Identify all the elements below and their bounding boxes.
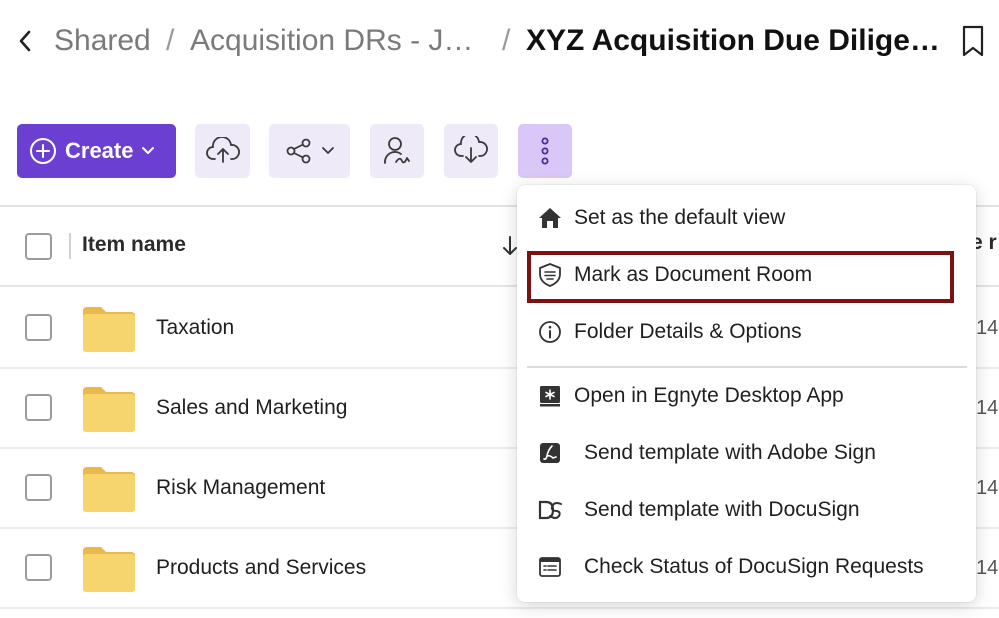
folder-name[interactable]: Products and Services [156,556,366,580]
more-options-button[interactable] [518,124,572,178]
modified-date: 14 [976,397,999,419]
upload-button[interactable] [195,124,250,178]
menu-item-set-default-view[interactable]: Set as the default view [517,192,976,244]
column-divider [69,233,71,259]
menu-item-open-desktop-app[interactable]: Open in Egnyte Desktop App [517,370,976,422]
adobe-sign-icon [537,440,563,466]
folder-name[interactable]: Taxation [156,316,234,340]
folder-name[interactable]: Sales and Marketing [156,396,347,420]
download-icon [454,136,488,163]
row-checkbox[interactable] [25,314,52,341]
modified-date: 14 [976,317,999,339]
create-button-label: Create [65,138,134,163]
menu-item-folder-details[interactable]: Folder Details & Options [517,306,976,358]
share-icon [286,138,310,164]
menu-item-docusign[interactable]: Send template with DocuSign [517,484,976,536]
list-status-icon [537,554,563,580]
info-icon [537,319,563,345]
upload-icon [205,137,240,163]
home-icon [537,205,563,231]
breadcrumb-acquisition-drs[interactable]: Acquisition DRs - J… [190,22,473,60]
folder-icon [83,467,135,512]
download-button[interactable] [444,124,498,178]
breadcrumb-shared[interactable]: Shared [54,22,151,60]
row-checkbox[interactable] [25,554,52,581]
menu-item-label: Open in Egnyte Desktop App [574,384,844,407]
modified-date: 14 [976,557,999,579]
bookmark-icon [962,25,984,57]
menu-item-label: Set as the default view [574,206,786,229]
breadcrumb-current-folder: XYZ Acquisition Due Dilige… [526,24,940,57]
back-button[interactable] [14,26,36,56]
folder-icon [83,307,135,352]
row-checkbox[interactable] [25,474,52,501]
menu-item-highlight [527,251,954,303]
row-checkbox[interactable] [25,394,52,421]
breadcrumb-separator: / [166,24,175,57]
request-signature-button[interactable] [370,124,424,178]
user-signature-icon [384,137,410,164]
create-button[interactable]: Create [17,124,176,178]
toolbar: Create [0,124,999,180]
plus-circle-icon [30,138,56,164]
select-all-checkbox[interactable] [25,233,52,260]
more-vertical-icon [541,137,549,165]
folder-name[interactable]: Risk Management [156,476,325,500]
breadcrumb-separator: / [502,24,511,57]
menu-item-check-docusign-status[interactable]: Check Status of DocuSign Requests [517,541,976,593]
chevron-left-icon [19,30,31,52]
header: Shared / Acquisition DRs - J… / XYZ Acqu… [0,0,999,82]
menu-item-label: Send template with Adobe Sign [584,441,876,464]
chevron-down-icon [142,147,155,154]
folder-icon [83,387,135,432]
menu-item-label: Check Status of DocuSign Requests [584,555,924,578]
folder-icon [83,547,135,592]
egnyte-desktop-icon [537,383,563,409]
more-options-menu: Set as the default view Mark as Document… [517,185,976,602]
modified-date: 14 [976,477,999,499]
item-name-column-header[interactable]: Item name [82,233,186,257]
menu-item-label: Send template with DocuSign [584,498,860,521]
menu-item-label: Folder Details & Options [574,320,802,343]
menu-item-adobe-sign[interactable]: Send template with Adobe Sign [517,427,976,479]
bookmark-button[interactable] [960,24,986,58]
share-button[interactable] [269,124,350,178]
menu-separator [527,366,967,368]
docusign-icon [537,497,563,523]
chevron-down-icon [321,147,334,154]
